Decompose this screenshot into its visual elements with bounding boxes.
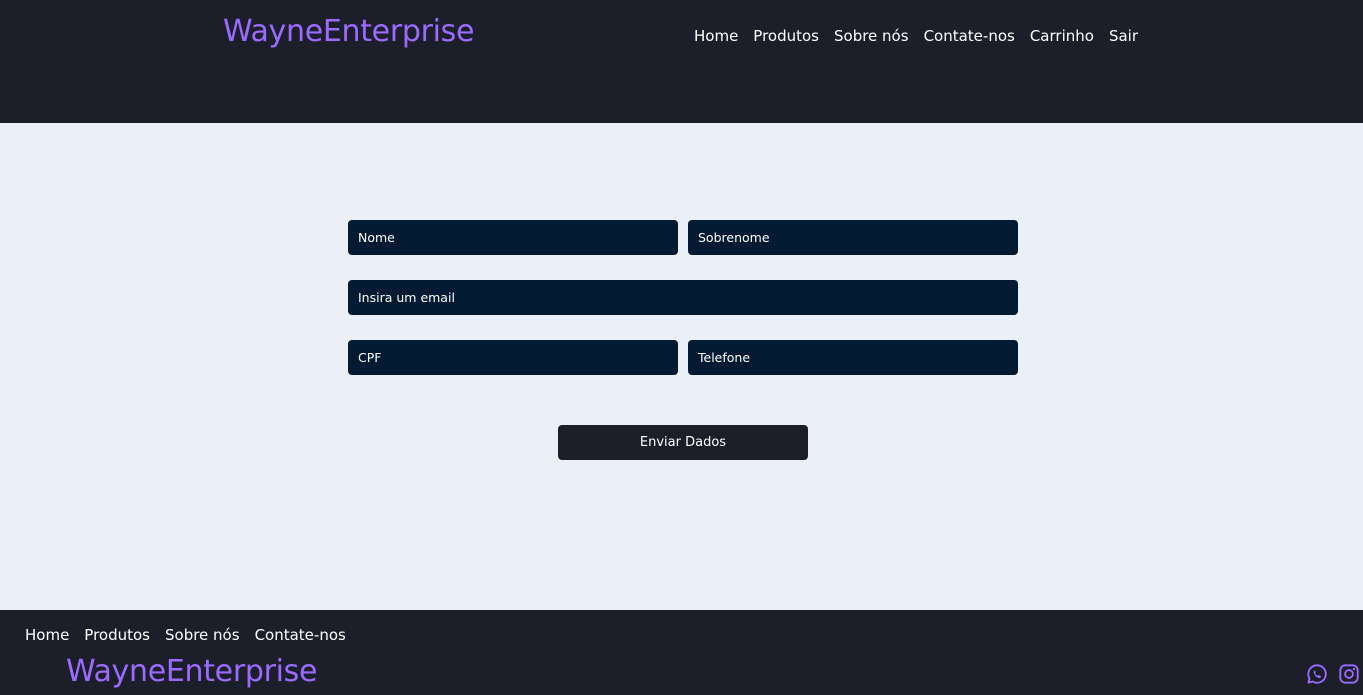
nav-link-sair[interactable]: Sair bbox=[1109, 29, 1138, 44]
nav-link-home[interactable]: Home bbox=[694, 29, 738, 44]
nav-link-contate-nos[interactable]: Contate-nos bbox=[924, 29, 1015, 44]
main-content: Enviar Dados bbox=[0, 123, 1363, 610]
nav-link-carrinho[interactable]: Carrinho bbox=[1030, 29, 1094, 44]
nav-link-sobre-nos[interactable]: Sobre nós bbox=[834, 29, 909, 44]
last-name-input[interactable] bbox=[688, 220, 1018, 255]
footer-link-produtos[interactable]: Produtos bbox=[84, 628, 150, 643]
footer-nav: Home Produtos Sobre nós Contate-nos bbox=[25, 628, 346, 643]
whatsapp-icon[interactable] bbox=[1306, 663, 1328, 685]
site-footer: Home Produtos Sobre nós Contate-nos Wayn… bbox=[0, 610, 1363, 695]
first-name-input[interactable] bbox=[348, 220, 678, 255]
brand-logo[interactable]: WayneEnterprise bbox=[223, 17, 474, 47]
email-input[interactable] bbox=[348, 280, 1018, 315]
phone-input[interactable] bbox=[688, 340, 1018, 375]
footer-link-home[interactable]: Home bbox=[25, 628, 69, 643]
footer-link-sobre-nos[interactable]: Sobre nós bbox=[165, 628, 240, 643]
cpf-input[interactable] bbox=[348, 340, 678, 375]
footer-link-contate-nos[interactable]: Contate-nos bbox=[255, 628, 346, 643]
footer-brand-logo[interactable]: WayneEnterprise bbox=[66, 657, 317, 687]
main-nav: Home Produtos Sobre nós Contate-nos Carr… bbox=[694, 29, 1138, 44]
site-header: WayneEnterprise Home Produtos Sobre nós … bbox=[0, 0, 1363, 123]
submit-button[interactable]: Enviar Dados bbox=[558, 425, 808, 460]
nav-link-produtos[interactable]: Produtos bbox=[753, 29, 819, 44]
instagram-icon[interactable] bbox=[1338, 663, 1360, 685]
